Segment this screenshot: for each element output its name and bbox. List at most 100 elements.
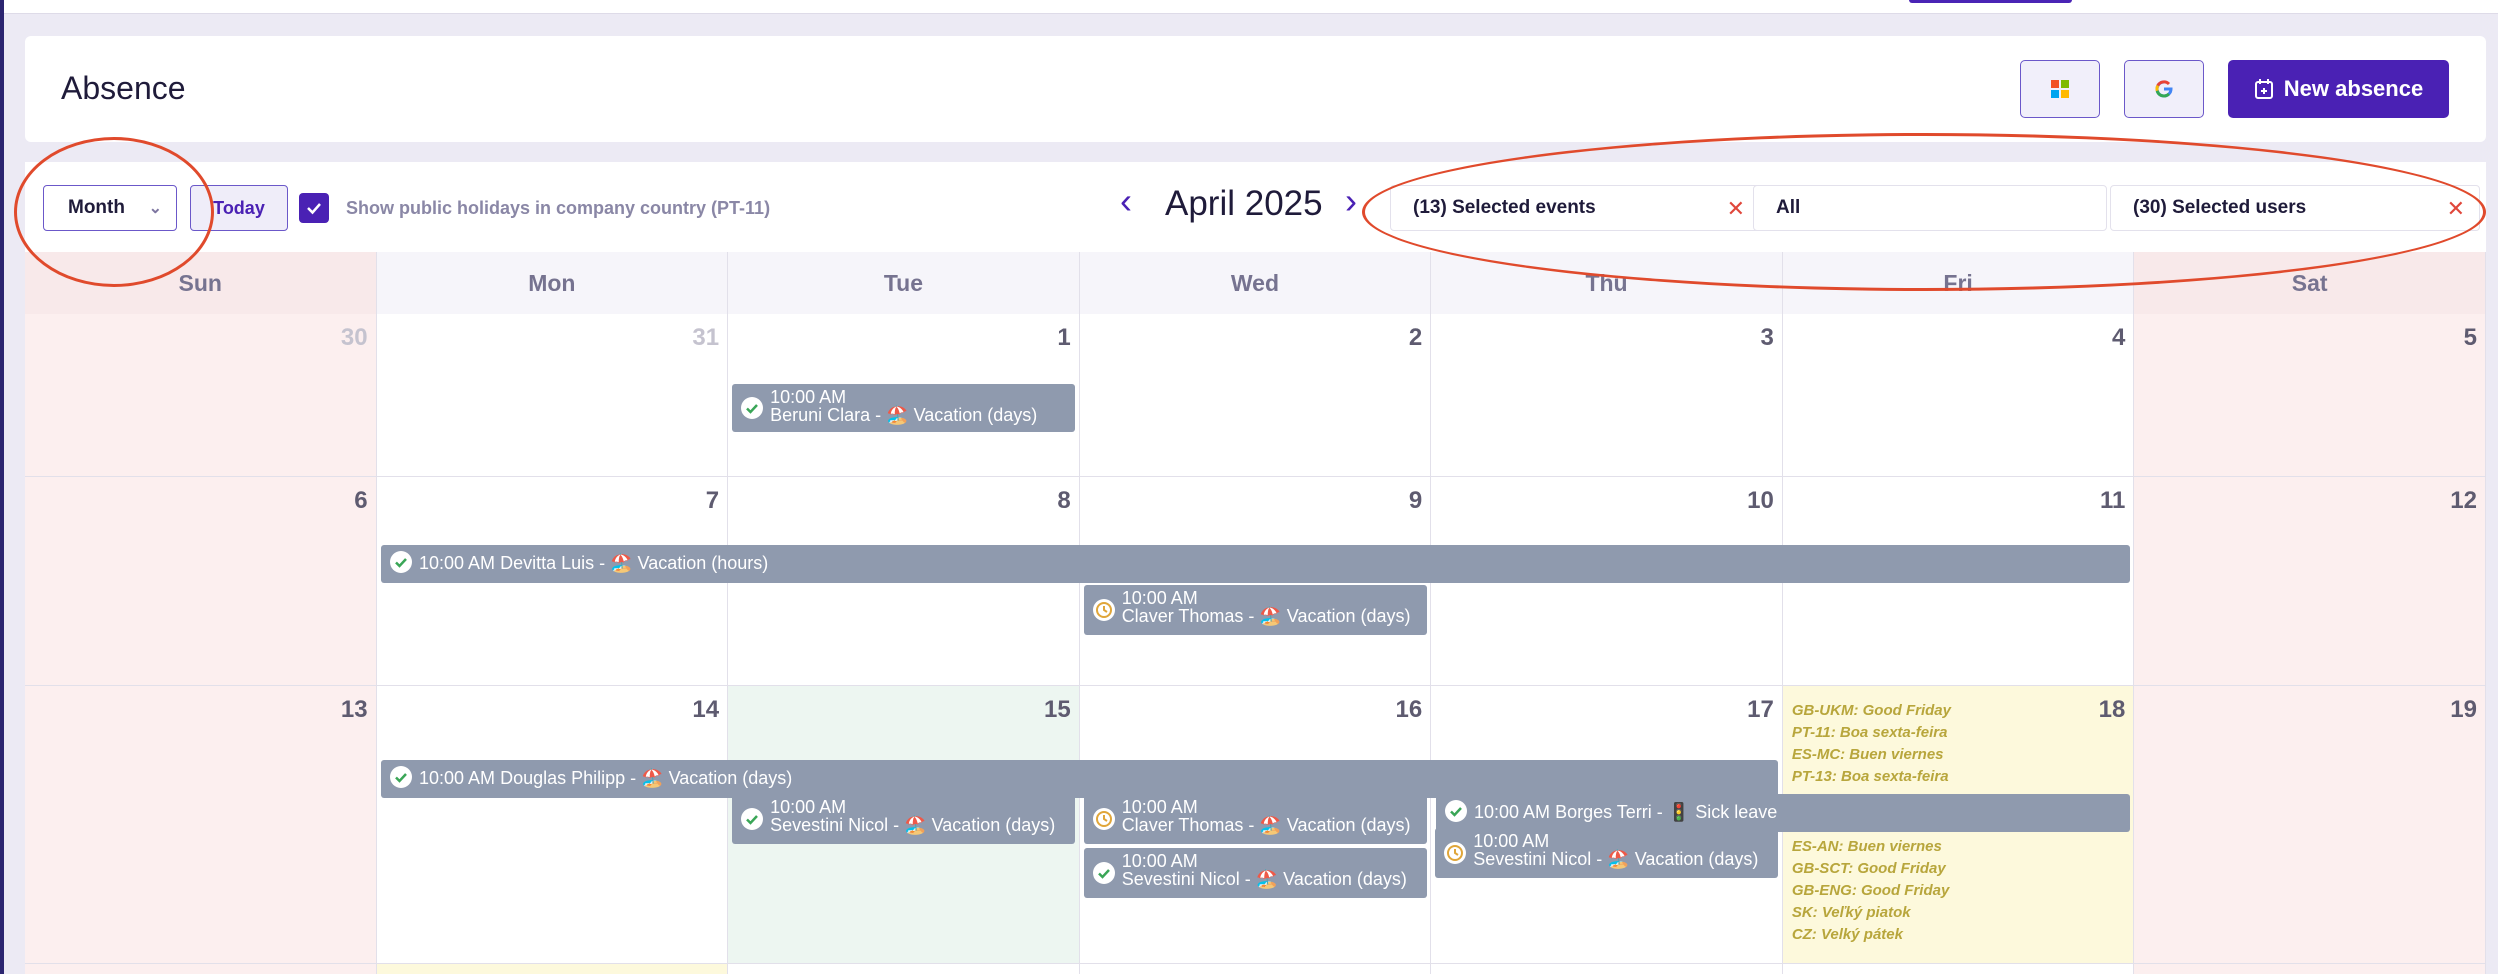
absence-event[interactable]: 10:00 AM Claver Thomas - 🏖️ Vacation (da…: [1083, 585, 1427, 635]
next-week-row: [25, 964, 2486, 974]
holiday-checkbox[interactable]: [299, 193, 329, 223]
day-number: 11: [2100, 487, 2126, 514]
day-number: 1: [1057, 324, 1071, 351]
absence-event[interactable]: 10:00 AM Sevestini Nicol - 🏖️ Vacation (…: [732, 794, 1076, 844]
event-title: Claver Thomas - 🏖️ Vacation (days): [1121, 606, 1411, 626]
absence-event[interactable]: 10:00 AM Borges Terri - 🚦 Sick leave: [1436, 794, 2130, 832]
approved-icon: [390, 766, 412, 788]
day-number: 16: [1395, 696, 1423, 723]
day-cell[interactable]: 1 10:00 AM Beruni Clara - 🏖️ Vacation (d…: [728, 314, 1080, 476]
checkmark-icon: [307, 203, 321, 215]
event-time: 10:00 AM: [1121, 797, 1198, 817]
pending-icon: [1092, 599, 1115, 621]
day-cell: [376, 964, 729, 974]
next-month-icon[interactable]: ›: [1345, 180, 1357, 222]
day-number: 12: [2450, 487, 2477, 514]
day-number: 4: [2112, 324, 2126, 351]
absence-event[interactable]: 10:00 AM Douglas Philipp - 🏖️ Vacation (…: [381, 760, 1778, 798]
pending-icon: [1092, 808, 1115, 830]
day-cell[interactable]: 5: [2134, 314, 2486, 476]
day-cell: [1080, 964, 1432, 974]
day-cell[interactable]: 16 10:00 AM Claver Thomas - 🏖️ Vacation …: [1080, 686, 1432, 963]
day-number: 8: [1057, 487, 1071, 514]
event-title: Devitta Luis - 🏖️ Vacation (hours): [500, 553, 769, 573]
day-cell[interactable]: 6: [25, 477, 377, 685]
day-number: 15: [1043, 696, 1071, 723]
day-cell: [25, 964, 377, 974]
week-row: 13 14 15 10:00 AM Sevestini Nicol - 🏖️ V…: [25, 686, 2486, 964]
day-number: 13: [340, 696, 368, 723]
absence-event[interactable]: 10:00 AM Beruni Clara - 🏖️ Vacation (day…: [732, 384, 1076, 432]
absence-event[interactable]: 10:00 AM Sevestini Nicol - 🏖️ Vacation (…: [1083, 848, 1427, 898]
day-number: 10: [1747, 487, 1774, 514]
absence-event[interactable]: 10:00 AM Sevestini Nicol - 🏖️ Vacation (…: [1435, 828, 1779, 878]
day-cell[interactable]: 3: [1431, 314, 1783, 476]
weekday-wed: Wed: [1079, 252, 1432, 314]
holiday-label: GB-ENG: Good Friday: [1791, 882, 1950, 899]
event-time: 10:00 AM: [419, 768, 496, 788]
page-header: Absence New absence: [25, 36, 2486, 142]
day-cell[interactable]: 4: [1783, 314, 2135, 476]
day-cell[interactable]: 12: [2134, 477, 2486, 685]
holiday-label: ES-MC: Buen viernes: [1791, 746, 1944, 763]
week-row: 30 31 1 10:00 AM Beruni Clara - 🏖️ Vacat…: [25, 314, 2486, 477]
holiday-label: ES-AN: Buen viernes: [1791, 838, 1942, 855]
approved-icon: [741, 397, 764, 419]
approved-icon: [390, 551, 412, 573]
day-cell[interactable]: 31: [377, 314, 729, 476]
absence-event[interactable]: 10:00 AM Devitta Luis - 🏖️ Vacation (hou…: [381, 545, 2130, 583]
annotation-circle-view-select: [14, 137, 214, 287]
day-cell: [728, 964, 1080, 974]
current-month-label: April 2025: [1165, 184, 1323, 223]
google-calendar-button[interactable]: [2124, 60, 2204, 118]
day-number: 3: [1760, 324, 1774, 351]
day-cell[interactable]: 19: [2134, 686, 2486, 963]
day-number: 31: [692, 324, 720, 351]
event-title: Sevestini Nicol - 🏖️ Vacation (days): [1121, 869, 1407, 889]
day-cell[interactable]: 30: [25, 314, 377, 476]
day-cell: [2134, 964, 2486, 974]
day-cell[interactable]: 2: [1080, 314, 1432, 476]
day-cell[interactable]: 13: [25, 686, 377, 963]
event-title: Sevestini Nicol - 🏖️ Vacation (days): [1473, 849, 1759, 869]
day-number: 9: [1408, 487, 1423, 514]
day-number: 30: [340, 324, 368, 351]
day-cell: [1431, 964, 1783, 974]
approved-icon: [1445, 800, 1467, 822]
annotation-circle-filters: [1362, 133, 2486, 291]
week-row: 6 7 8 9 10:00 AM Claver Thomas - 🏖️ Vaca…: [25, 477, 2486, 686]
event-title: Borges Terri - 🚦 Sick leave: [1555, 802, 1778, 822]
holiday-label: CZ: Velký pátek: [1791, 926, 1903, 943]
day-number: 14: [692, 696, 720, 723]
day-number: 2: [1408, 324, 1423, 351]
approved-icon: [1092, 862, 1115, 884]
pending-icon: [1444, 842, 1467, 864]
day-cell[interactable]: 14: [377, 686, 729, 963]
calendar-add-icon: [2254, 79, 2273, 99]
day-number: 17: [1747, 696, 1774, 723]
event-time: 10:00 AM: [1474, 802, 1551, 822]
approved-icon: [741, 808, 764, 830]
absence-event[interactable]: 10:00 AM Claver Thomas - 🏖️ Vacation (da…: [1083, 794, 1427, 844]
microsoft-calendar-button[interactable]: [2020, 60, 2100, 118]
weekday-tue: Tue: [728, 252, 1080, 314]
holiday-list: ES-AN: Buen viernes GB-SCT: Good Friday …: [1792, 836, 1950, 946]
top-nav-strip: [4, 0, 2498, 14]
google-icon: [2155, 80, 2173, 98]
holiday-label: PT-11: Boa sexta-feira: [1791, 724, 1948, 741]
day-number: 18: [2098, 696, 2126, 723]
month-calendar: Sun Mon Tue Wed Thu Fri Sat 30 31 1 10:0…: [25, 252, 2486, 974]
event-time: 10:00 AM: [1121, 588, 1198, 608]
event-time: 10:00 AM: [770, 387, 847, 407]
new-absence-button[interactable]: New absence: [2228, 60, 2449, 118]
day-cell-today[interactable]: 15 10:00 AM Sevestini Nicol - 🏖️ Vacatio…: [728, 686, 1080, 963]
event-time: 10:00 AM: [1121, 851, 1198, 871]
holiday-label: SK: Veľký piatok: [1791, 904, 1911, 921]
weekday-mon: Mon: [376, 252, 729, 314]
event-title: Sevestini Nicol - 🏖️ Vacation (days): [770, 815, 1056, 835]
active-tab-indicator: [1909, 0, 2072, 3]
prev-month-icon[interactable]: ‹: [1120, 180, 1132, 222]
holiday-list: GB-UKM: Good Friday PT-11: Boa sexta-fei…: [1792, 700, 1951, 788]
day-number: 19: [2450, 696, 2477, 723]
holiday-label: GB-SCT: Good Friday: [1791, 860, 1946, 877]
